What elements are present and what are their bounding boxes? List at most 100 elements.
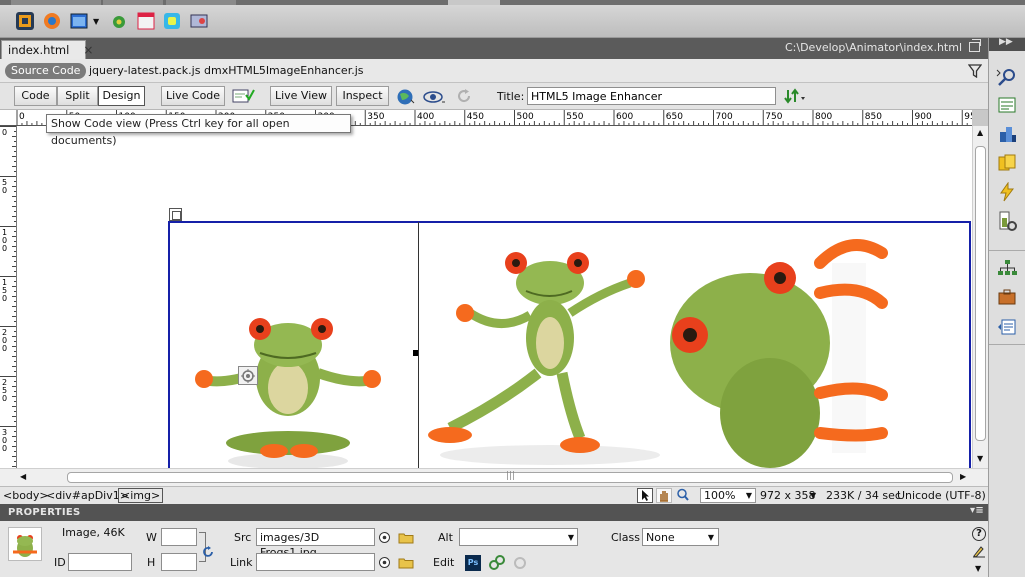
code-view-button[interactable]: Code [14, 86, 57, 106]
zoom-tool-icon[interactable] [676, 488, 692, 503]
w-label: W [146, 531, 157, 544]
point-to-file-icon[interactable] [378, 531, 391, 547]
id-label: ID [54, 556, 66, 569]
related-files-bar: Source Code jquery-latest.pack.js dmxHTM… [0, 59, 988, 83]
ruler-label: 750 [765, 112, 782, 122]
width-field[interactable] [161, 528, 197, 546]
snippets-icon[interactable] [996, 316, 1018, 338]
frogs-image[interactable] [170, 223, 969, 468]
ruler-label: 400 [417, 112, 434, 122]
folder-icon[interactable] [398, 531, 414, 547]
ruler-label: 0 [2, 444, 7, 453]
chevron-down-icon: ▼ [567, 533, 574, 542]
vertical-scrollbar[interactable]: ▲ ▼ [972, 126, 988, 468]
sitemap-icon[interactable] [996, 257, 1018, 279]
css-icon[interactable] [996, 123, 1018, 145]
settings-icon[interactable] [238, 366, 258, 385]
check-browser-icon[interactable] [232, 87, 256, 108]
split-view-button[interactable]: Split [57, 86, 98, 106]
panel-dock: ▶▶ [988, 37, 1025, 577]
src-field[interactable]: images/3D Frogs1.jpg [256, 528, 375, 559]
optimize-icon[interactable] [488, 555, 506, 574]
window-size[interactable]: 972 x 358 [760, 489, 816, 502]
ruler-label: 0 [19, 112, 25, 122]
scroll-thumb[interactable] [975, 146, 986, 441]
color-box-icon[interactable] [163, 12, 181, 30]
collapse-icon[interactable]: ▼ [975, 564, 981, 573]
tag-div[interactable]: <div#apDiv1> [46, 489, 129, 502]
folder-icon[interactable] [398, 556, 414, 572]
title-input[interactable] [527, 87, 776, 105]
file-manage-icon[interactable] [784, 88, 806, 107]
document-path: C:\Develop\Animator\index.html [784, 41, 962, 54]
design-view-button[interactable]: Design [98, 86, 145, 106]
link-field[interactable] [256, 553, 375, 571]
height-field[interactable] [161, 553, 197, 571]
filter-icon[interactable] [968, 64, 982, 78]
behaviors-icon[interactable] [996, 181, 1018, 203]
ap-div1[interactable] [168, 221, 971, 468]
id-field[interactable] [68, 553, 132, 571]
scroll-down-arrow[interactable]: ▼ [977, 454, 983, 463]
properties-header: PROPERTIES ▾≡ [0, 504, 988, 521]
src-label: Src [234, 531, 252, 544]
class-select[interactable]: None ▼ [642, 528, 719, 546]
chevron-down-icon[interactable]: ▼ [93, 17, 99, 26]
inspect-button[interactable]: Inspect [336, 86, 389, 106]
databases-icon[interactable] [996, 210, 1018, 232]
chevron-down-icon: ▼ [707, 533, 714, 542]
close-icon[interactable]: × [83, 43, 93, 57]
related-file-jquery[interactable]: jquery-latest.pack.js [89, 64, 200, 77]
code-inspector-icon[interactable] [996, 66, 1018, 88]
class-value: None [646, 531, 675, 544]
panel-menu-icon[interactable]: ▾≡ [970, 505, 984, 516]
ap-div-handle[interactable] [169, 208, 182, 221]
horizontal-scrollbar[interactable]: ◀ ||| ▶ [0, 468, 988, 486]
globe-icon[interactable] [396, 88, 416, 109]
calendar-icon[interactable] [137, 12, 155, 30]
live-code-button[interactable]: Live Code [161, 86, 225, 106]
scroll-left-arrow[interactable]: ◀ [20, 472, 26, 481]
dock-divider [989, 250, 1025, 251]
help-icon[interactable]: ? [972, 527, 986, 541]
point-to-file-icon[interactable] [378, 556, 391, 572]
image-panel-icon[interactable] [190, 12, 208, 30]
quick-tag-icon[interactable] [972, 544, 986, 561]
reset-size-icon[interactable] [202, 546, 214, 561]
insert-icon[interactable] [996, 94, 1018, 116]
properties-title: PROPERTIES [8, 507, 81, 518]
tab-index-html[interactable]: index.html × [1, 40, 93, 59]
grip-icon: ||| [506, 471, 516, 481]
related-file-enhancer[interactable]: dmxHTML5ImageEnhancer.js [204, 64, 363, 77]
components-icon[interactable] [996, 286, 1018, 308]
zoom-select[interactable]: 100% ▼ [700, 488, 756, 503]
photoshop-icon[interactable]: Ps [465, 555, 481, 571]
encoding: Unicode (UTF-8) [897, 489, 986, 502]
hand-tool-icon[interactable] [656, 488, 672, 503]
source-code-button[interactable]: Source Code [5, 63, 87, 79]
live-view-button[interactable]: Live View [270, 86, 332, 106]
ruler-label: 550 [566, 112, 583, 122]
swirl-icon[interactable] [43, 12, 61, 30]
scroll-up-arrow[interactable]: ▲ [977, 128, 983, 137]
assets-icon[interactable] [996, 152, 1018, 174]
restore-window-icon[interactable] [969, 39, 981, 52]
alt-field[interactable]: ▼ [459, 528, 578, 546]
scroll-right-arrow[interactable]: ▶ [960, 472, 966, 481]
refresh-icon[interactable] [456, 88, 472, 107]
select-tool-icon[interactable] [637, 488, 653, 503]
film-icon[interactable] [16, 12, 34, 30]
tag-body[interactable]: <body> [3, 489, 49, 502]
eye-icon[interactable] [423, 88, 447, 109]
edit-label: Edit [433, 556, 455, 569]
dock-divider [989, 344, 1025, 345]
document-toolbar: Code Split Design Live Code Live View In… [0, 83, 988, 110]
design-canvas[interactable] [17, 126, 972, 468]
dock-header: ▶▶ [989, 37, 1025, 51]
link-label: Link [230, 556, 253, 569]
tag-img[interactable]: <img> [118, 488, 164, 503]
vertical-ruler: 050100150200250300 [0, 126, 17, 468]
resize-handle[interactable] [413, 350, 418, 356]
window-layout-icon[interactable] [70, 12, 88, 30]
snail-icon[interactable] [110, 12, 128, 30]
